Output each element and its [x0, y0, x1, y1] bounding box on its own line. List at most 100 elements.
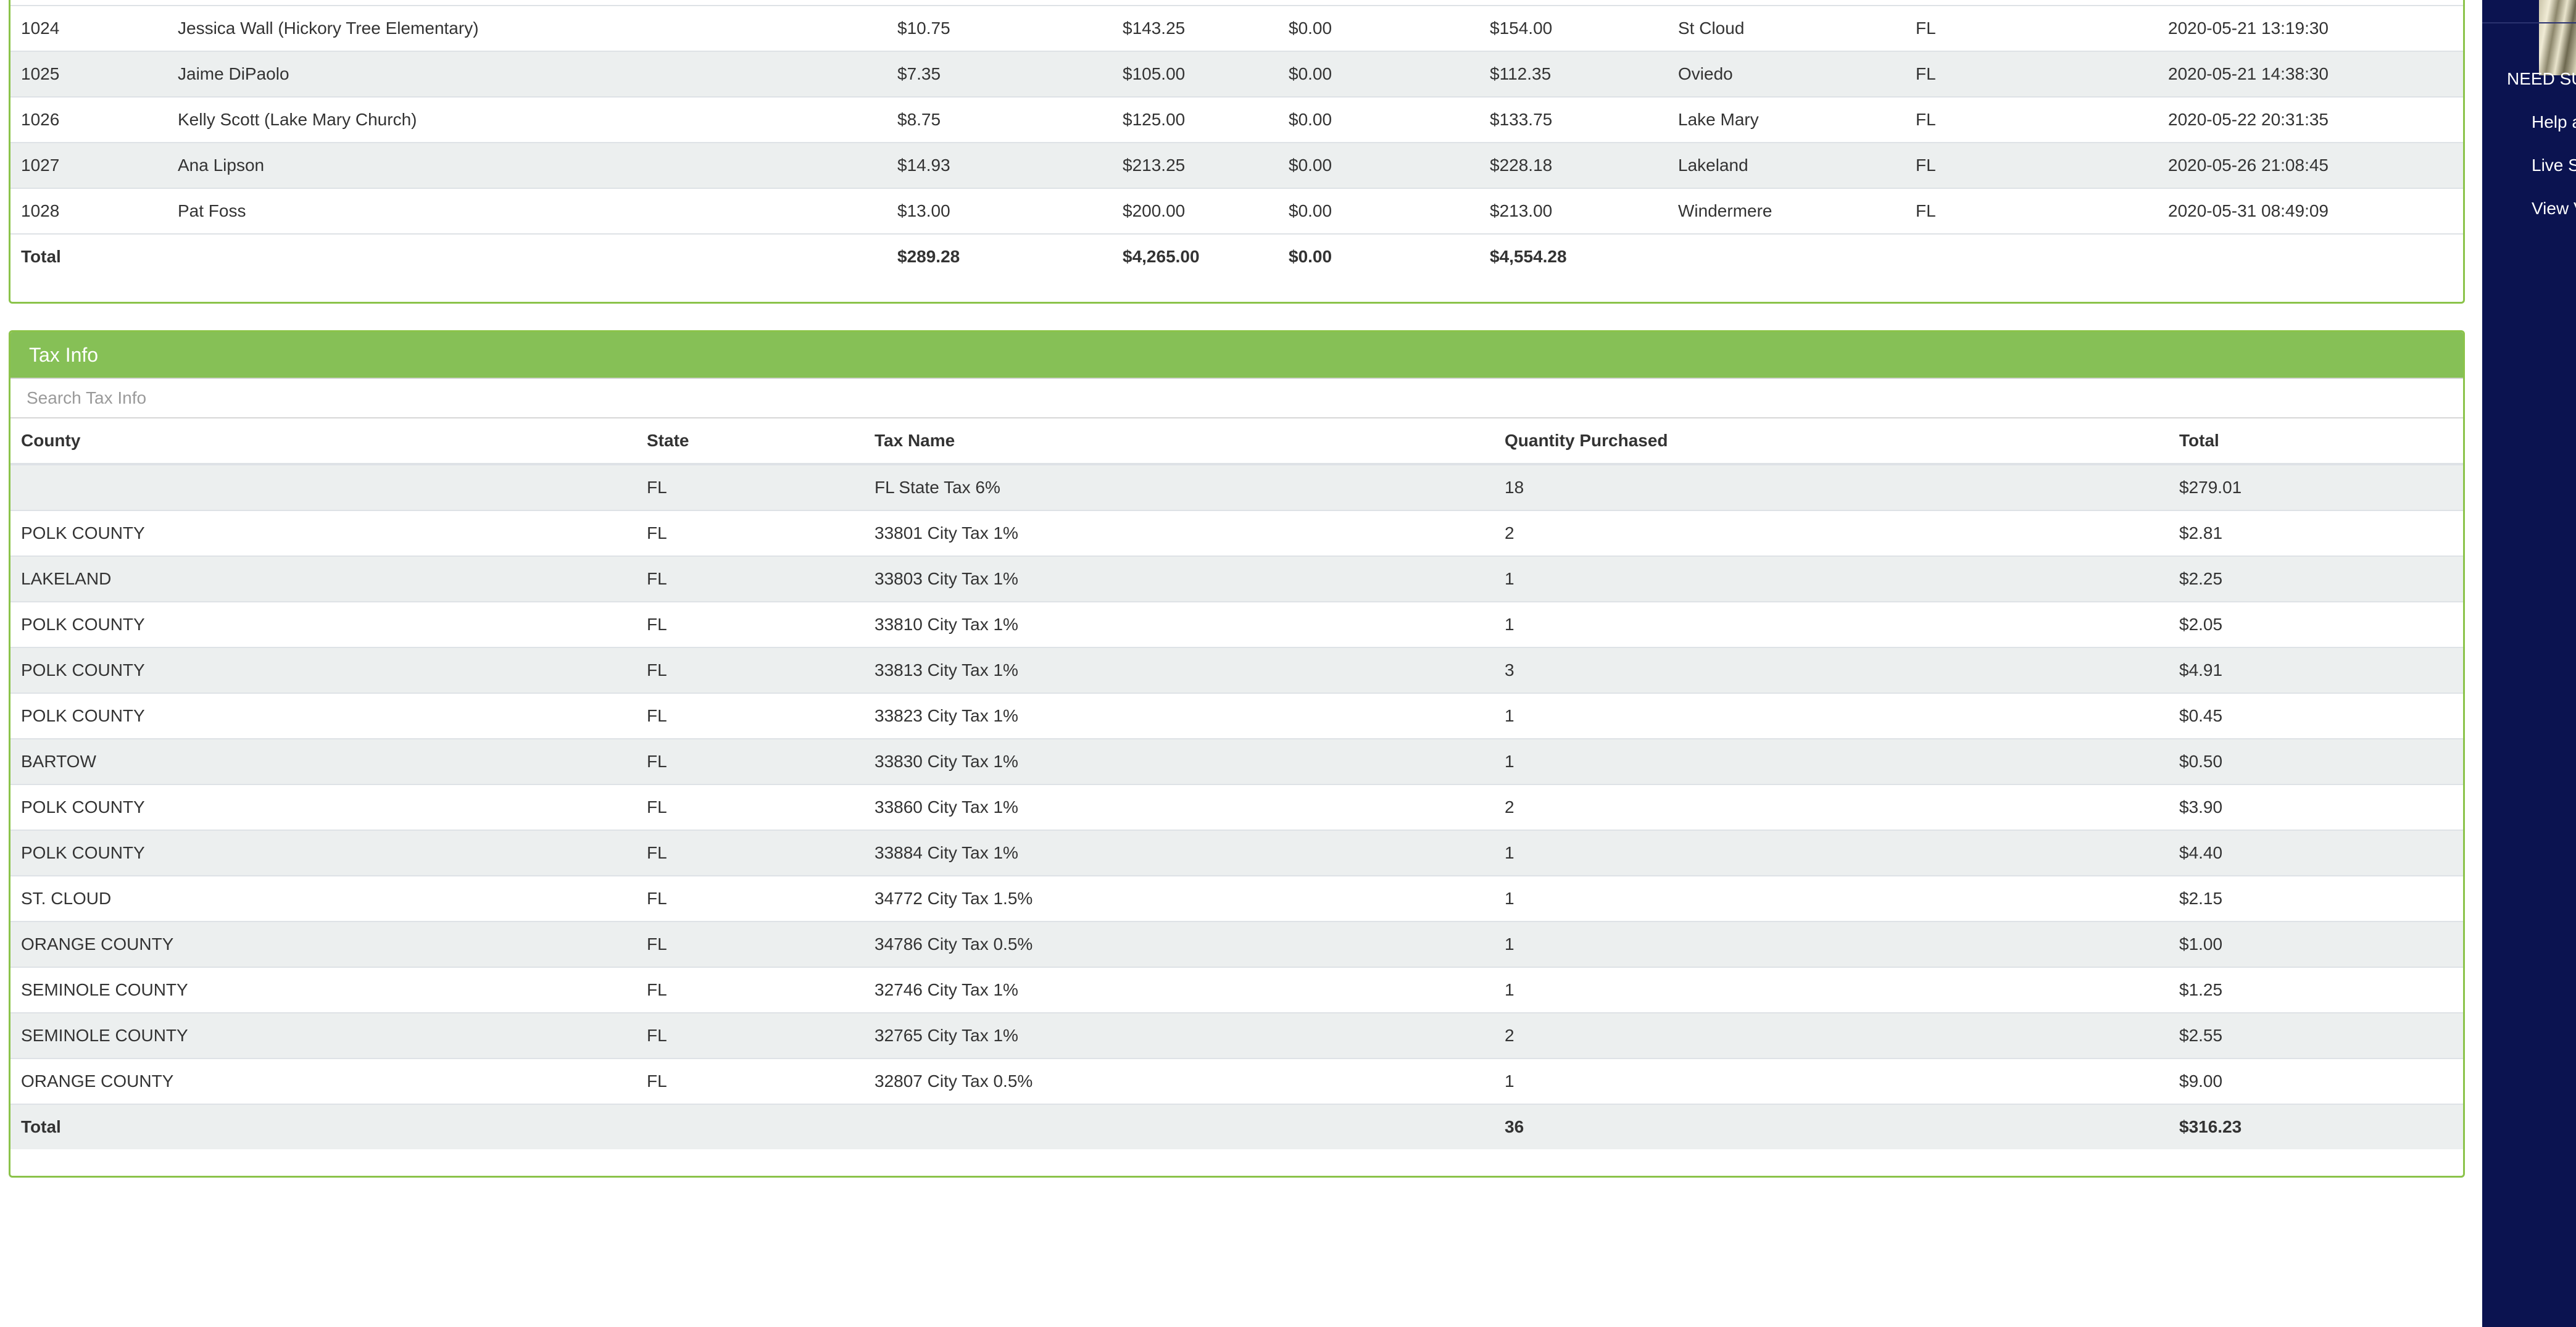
- table-row[interactable]: POLK COUNTY FL 33823 City Tax 1% 1 $0.45: [10, 693, 2463, 738]
- sidebar-thumbnail-image: [2539, 0, 2576, 75]
- order-state: FL: [1916, 201, 1936, 220]
- order-total: $228.18: [1490, 156, 1553, 175]
- search-tax-info-input[interactable]: [10, 378, 2463, 418]
- state-cell: FL: [647, 569, 667, 588]
- county-cell: SEMINOLE COUNTY: [21, 1026, 188, 1045]
- state-cell: FL: [647, 1071, 667, 1091]
- column-header-quantity[interactable]: Quantity Purchased: [1505, 418, 1668, 463]
- column-header-tax-name[interactable]: Tax Name: [875, 418, 955, 463]
- total-subtotal: $4,265.00: [1123, 247, 1200, 266]
- tax-name-cell: 32765 City Tax 1%: [875, 1026, 1018, 1045]
- total-cell: $2.25: [2179, 569, 2223, 588]
- quantity-cell: 1: [1505, 706, 1514, 725]
- total-cell: $2.55: [2179, 1026, 2223, 1045]
- total-cell: $3.90: [2179, 797, 2223, 817]
- table-row[interactable]: 1027 Ana Lipson $14.93 $213.25 $0.00 $22…: [10, 142, 2463, 188]
- order-date: 2020-05-31 08:49:09: [2168, 201, 2329, 220]
- order-tax: $14.93: [897, 156, 950, 175]
- quantity-cell: 1: [1505, 615, 1514, 634]
- order-total: $213.00: [1490, 201, 1553, 220]
- county-cell: POLK COUNTY: [21, 797, 145, 817]
- table-row[interactable]: ORANGE COUNTY FL 34786 City Tax 0.5% 1 $1.00: [10, 921, 2463, 967]
- table-row[interactable]: 1026 Kelly Scott (Lake Mary Church) $8.7…: [10, 96, 2463, 142]
- table-row[interactable]: ST. CLOUD FL 34772 City Tax 1.5% 1 $2.15: [10, 875, 2463, 921]
- quantity-cell: 1: [1505, 889, 1514, 908]
- tax-name-cell: 34786 City Tax 0.5%: [875, 934, 1033, 954]
- table-row[interactable]: SEMINOLE COUNTY FL 32746 City Tax 1% 1 $1.25: [10, 967, 2463, 1012]
- sidebar-item-live[interactable]: Live S: [2532, 156, 2576, 175]
- table-row[interactable]: SEMINOLE COUNTY FL 32765 City Tax 1% 2 $2.55: [10, 1012, 2463, 1058]
- sidebar-item-view[interactable]: View V: [2532, 199, 2576, 218]
- tax-name-cell: 33823 City Tax 1%: [875, 706, 1018, 725]
- county-cell: POLK COUNTY: [21, 615, 145, 634]
- state-cell: FL: [647, 797, 667, 817]
- quantity-cell: 1: [1505, 569, 1514, 588]
- total-amount: $4,554.28: [1490, 247, 1567, 266]
- customer-name: Jaime DiPaolo: [178, 64, 289, 83]
- order-subtotal: $213.25: [1123, 156, 1186, 175]
- tax-name-cell: 32746 City Tax 1%: [875, 980, 1018, 999]
- order-discount: $0.00: [1289, 201, 1332, 220]
- order-tax: $8.75: [897, 110, 941, 129]
- state-cell: FL: [647, 934, 667, 954]
- order-id: 1027: [21, 156, 60, 175]
- county-cell: ORANGE COUNTY: [21, 1071, 174, 1091]
- quantity-cell: 1: [1505, 980, 1514, 999]
- total-cell: $1.00: [2179, 934, 2223, 954]
- order-total: $112.35: [1490, 64, 1552, 83]
- order-city: Oviedo: [1678, 64, 1733, 83]
- order-city: St Cloud: [1678, 19, 1745, 38]
- order-id: 1024: [21, 19, 60, 38]
- table-row[interactable]: POLK COUNTY FL 33813 City Tax 1% 3 $4.91: [10, 647, 2463, 693]
- column-header-total[interactable]: Total: [2179, 418, 2219, 463]
- county-cell: POLK COUNTY: [21, 706, 145, 725]
- total-tax: $289.28: [897, 247, 960, 266]
- total-cell: $1.25: [2179, 980, 2223, 999]
- table-row[interactable]: POLK COUNTY FL 33801 City Tax 1% 2 $2.81: [10, 510, 2463, 555]
- table-row[interactable]: 1028 Pat Foss $13.00 $200.00 $0.00 $213.…: [10, 188, 2463, 233]
- order-state: FL: [1916, 110, 1936, 129]
- order-discount: $0.00: [1289, 19, 1332, 38]
- quantity-cell: 2: [1505, 523, 1514, 543]
- total-discount: $0.00: [1289, 247, 1332, 266]
- table-row[interactable]: POLK COUNTY FL 33884 City Tax 1% 1 $4.40: [10, 830, 2463, 875]
- order-id: 1028: [21, 201, 60, 220]
- tax-name-cell: 33801 City Tax 1%: [875, 523, 1018, 543]
- column-header-county[interactable]: County: [21, 418, 80, 463]
- state-cell: FL: [647, 660, 667, 680]
- county-cell: POLK COUNTY: [21, 843, 145, 862]
- total-label: Total: [21, 1117, 61, 1136]
- order-city: Windermere: [1678, 201, 1772, 220]
- table-row[interactable]: 1025 Jaime DiPaolo $7.35 $105.00 $0.00 $…: [10, 51, 2463, 96]
- table-row[interactable]: LAKELAND FL 33803 City Tax 1% 1 $2.25: [10, 555, 2463, 601]
- table-row[interactable]: POLK COUNTY FL 33810 City Tax 1% 1 $2.05: [10, 601, 2463, 647]
- state-cell: FL: [647, 752, 667, 771]
- total-cell: $4.91: [2179, 660, 2223, 680]
- table-row[interactable]: BARTOW FL 33830 City Tax 1% 1 $0.50: [10, 738, 2463, 784]
- order-total: $154.00: [1490, 19, 1553, 38]
- tax-info-heading: Tax Info: [10, 332, 2463, 378]
- total-cell: $2.15: [2179, 889, 2223, 908]
- table-row[interactable]: POLK COUNTY FL 33860 City Tax 1% 2 $3.90: [10, 784, 2463, 830]
- table-row[interactable]: 1024 Jessica Wall (Hickory Tree Elementa…: [10, 5, 2463, 51]
- table-row[interactable]: ORANGE COUNTY FL 32807 City Tax 0.5% 1 $9.00: [10, 1058, 2463, 1104]
- tax-name-cell: 33810 City Tax 1%: [875, 615, 1018, 634]
- customer-name: Kelly Scott (Lake Mary Church): [178, 110, 417, 129]
- total-cell: $2.81: [2179, 523, 2223, 543]
- county-cell: BARTOW: [21, 752, 96, 771]
- sidebar-divider: [2482, 22, 2576, 23]
- total-cell: $279.01: [2179, 478, 2242, 497]
- order-date: 2020-05-21 13:19:30: [2168, 19, 2329, 38]
- total-cell: $9.00: [2179, 1071, 2223, 1091]
- quantity-cell: 2: [1505, 1026, 1514, 1045]
- tax-name-cell: 32807 City Tax 0.5%: [875, 1071, 1033, 1091]
- county-cell: ST. CLOUD: [21, 889, 112, 908]
- column-header-state[interactable]: State: [647, 418, 689, 463]
- quantity-cell: 1: [1505, 752, 1514, 771]
- order-state: FL: [1916, 19, 1936, 38]
- table-row[interactable]: FL FL State Tax 6% 18 $279.01: [10, 464, 2463, 510]
- tax-name-cell: 34772 City Tax 1.5%: [875, 889, 1033, 908]
- order-date: 2020-05-21 14:38:30: [2168, 64, 2329, 83]
- sidebar-item-help[interactable]: Help a: [2532, 112, 2576, 132]
- order-id: 1026: [21, 110, 60, 129]
